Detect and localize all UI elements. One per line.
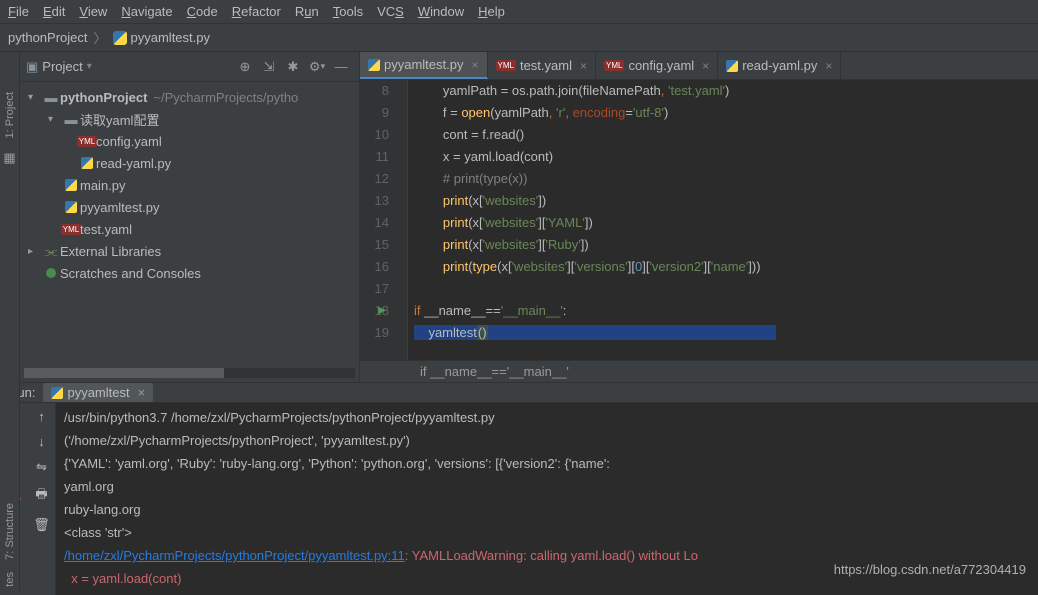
tree-root[interactable]: ▾▬ pythonProject ~/PycharmProjects/pytho — [20, 86, 359, 108]
tree-file[interactable]: pyyamltest.py — [20, 196, 359, 218]
menu-view[interactable]: View — [79, 4, 107, 19]
project-tree[interactable]: ▾▬ pythonProject ~/PycharmProjects/pytho… — [20, 82, 359, 368]
close-icon[interactable]: × — [825, 59, 832, 73]
file-link[interactable]: /home/zxl/PycharmProjects/pythonProject/… — [64, 548, 405, 563]
menu-edit[interactable]: Edit — [43, 4, 65, 19]
tree-file[interactable]: YML config.yaml — [20, 130, 359, 152]
run-tab[interactable]: pyyamltest × — [43, 383, 153, 402]
menubar: File Edit View Navigate Code Refactor Ru… — [0, 0, 1038, 24]
expand-icon[interactable]: ⇲ — [259, 57, 279, 77]
left-tool-strip-bottom: 7: Structure tes — [0, 381, 20, 591]
project-panel: ▣ Project ▾ ⊕ ⇲ ✱ ⚙ ▾ — ▾▬ pythonProject… — [20, 52, 360, 382]
close-icon[interactable]: × — [138, 385, 146, 400]
close-icon[interactable]: × — [580, 59, 587, 73]
sidebar-icon[interactable]: ▦ — [3, 150, 15, 166]
run-toolbar-left2: ↑ ↓ ⇋ 🖶 🗑 — [28, 403, 56, 595]
navigation-bar: pythonProject 〉 pyyamltest.py — [0, 24, 1038, 52]
close-icon[interactable]: × — [471, 58, 478, 72]
tab-test-yaml[interactable]: YML test.yaml× — [488, 52, 596, 79]
settings-icon[interactable]: ✱ — [283, 57, 303, 77]
sidebar-project-button[interactable]: 1: Project — [4, 92, 16, 138]
gear-icon[interactable]: ⚙ ▾ — [307, 57, 327, 77]
editor-area: pyyamltest.py× YML test.yaml× YML config… — [360, 52, 1038, 382]
tree-file[interactable]: YML test.yaml — [20, 218, 359, 240]
menu-code[interactable]: Code — [187, 4, 218, 19]
tree-external-libs[interactable]: ▸⫘ External Libraries — [20, 240, 359, 262]
yaml-icon: YML — [496, 60, 516, 71]
python-icon — [113, 31, 127, 45]
run-tool-window: Run: pyyamltest × ▶ ■ ☷ 📌 ↑ ↓ ⇋ 🖶 🗑 /usr… — [0, 382, 1038, 592]
up-icon[interactable]: ↑ — [38, 409, 45, 424]
tab-read-yaml[interactable]: read-yaml.py× — [718, 52, 841, 79]
code-content[interactable]: yamlPath = os.path.join(fileNamePath, 't… — [408, 80, 1038, 360]
sidebar-favorites-button[interactable]: tes — [4, 572, 16, 587]
run-gutter-icon[interactable]: ▶ — [378, 300, 386, 322]
menu-tools[interactable]: Tools — [333, 4, 363, 19]
tree-file[interactable]: read-yaml.py — [20, 152, 359, 174]
breadcrumb-separator: 〉 — [94, 28, 107, 47]
print-icon[interactable]: 🖶 — [35, 485, 47, 507]
tree-scratches[interactable]: Scratches and Consoles — [20, 262, 359, 284]
python-icon — [726, 60, 738, 72]
sidebar-structure-button[interactable]: 7: Structure — [4, 503, 16, 560]
yaml-icon: YML — [604, 60, 624, 71]
tab-config-yaml[interactable]: YML config.yaml× — [596, 52, 718, 79]
python-icon — [368, 59, 380, 71]
wrap-icon[interactable]: ⇋ — [36, 459, 47, 475]
tree-file[interactable]: main.py — [20, 174, 359, 196]
menu-vcs[interactable]: VCS — [377, 4, 404, 19]
menu-run[interactable]: Run — [295, 4, 319, 19]
menu-refactor[interactable]: Refactor — [232, 4, 281, 19]
left-tool-strip: 1: Project ▦ — [0, 52, 20, 382]
hide-icon[interactable]: — — [331, 57, 351, 77]
run-header: Run: pyyamltest × — [0, 383, 1038, 403]
watermark: https://blog.csdn.net/a772304419 — [834, 562, 1026, 577]
menu-navigate[interactable]: Navigate — [121, 4, 172, 19]
project-hscroll[interactable] — [24, 368, 355, 378]
trash-icon[interactable]: 🗑 — [33, 517, 50, 533]
code-editor[interactable]: 89101112131415161718▶19 yamlPath = os.pa… — [360, 80, 1038, 360]
locate-icon[interactable]: ⊕ — [235, 57, 255, 77]
gutter[interactable]: 89101112131415161718▶19 — [360, 80, 408, 360]
menu-window[interactable]: Window — [418, 4, 464, 19]
editor-tabs: pyyamltest.py× YML test.yaml× YML config… — [360, 52, 1038, 80]
python-icon — [51, 387, 63, 399]
down-icon[interactable]: ↓ — [38, 434, 45, 449]
tab-pyyamltest[interactable]: pyyamltest.py× — [360, 52, 488, 79]
breadcrumb-project[interactable]: pythonProject — [8, 30, 88, 45]
close-icon[interactable]: × — [702, 59, 709, 73]
editor-breadcrumb[interactable]: if __name__=='__main__' — [360, 360, 1038, 382]
breadcrumb-file[interactable]: pyyamltest.py — [131, 30, 210, 45]
menu-file[interactable]: File — [8, 4, 29, 19]
project-panel-title[interactable]: ▣ Project ▾ — [26, 59, 92, 75]
tree-folder[interactable]: ▾▬ 读取yaml配置 — [20, 108, 359, 130]
project-panel-header: ▣ Project ▾ ⊕ ⇲ ✱ ⚙ ▾ — — [20, 52, 359, 82]
menu-help[interactable]: Help — [478, 4, 505, 19]
